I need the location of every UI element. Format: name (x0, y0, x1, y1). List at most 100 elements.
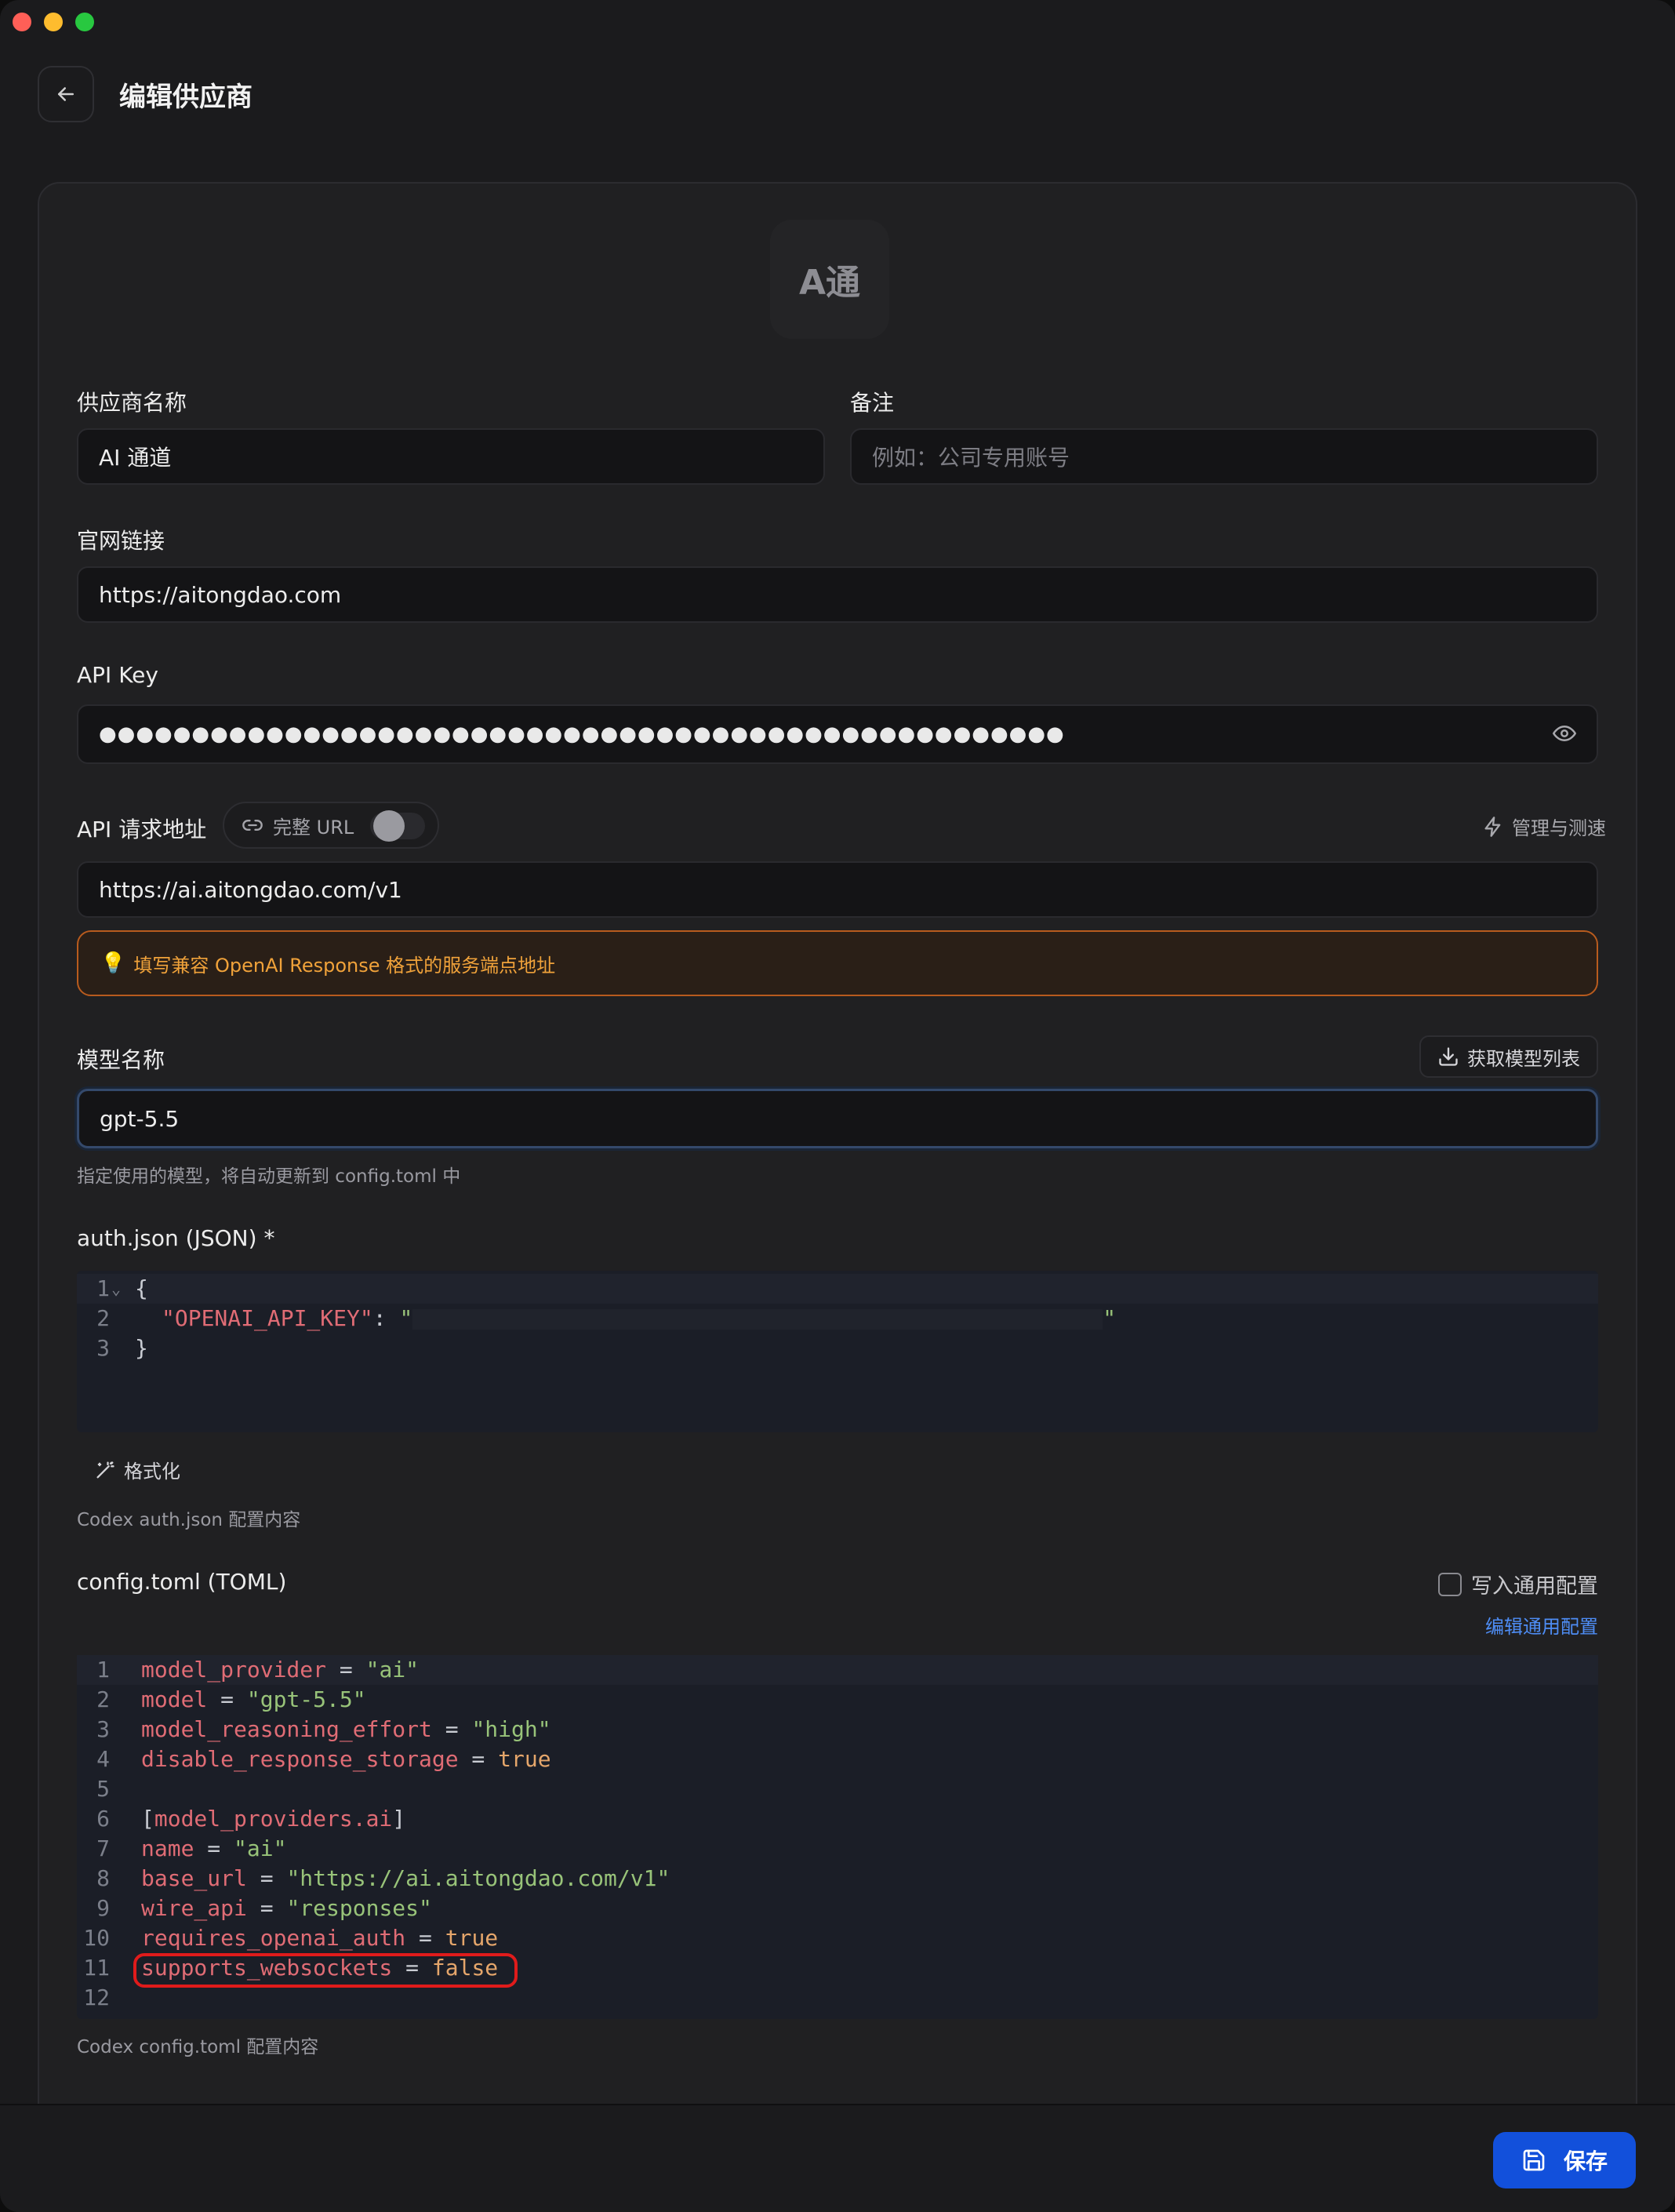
minimize-window-button[interactable] (44, 13, 63, 31)
format-label: 格式化 (124, 1461, 180, 1483)
highlight-annotation (133, 1953, 518, 1988)
arrow-left-icon (58, 87, 74, 101)
toml-value: "high" (471, 1716, 551, 1742)
line-number: 6 (96, 1806, 110, 1832)
code-text: requires_openai_auth = true (141, 1923, 498, 1953)
toml-operator: = (194, 1835, 234, 1861)
code-text: disable_response_storage = true (141, 1744, 551, 1774)
api-key-label: API Key (77, 662, 158, 688)
website-value: https://aitongdao.com (99, 581, 342, 608)
website-input[interactable]: https://aitongdao.com (77, 566, 1598, 623)
toml-key: model (141, 1686, 208, 1712)
footer-bar: 保存 (0, 2104, 1675, 2212)
json-separator: : (372, 1305, 400, 1331)
api-url-value: https://ai.aitongdao.com/v1 (99, 876, 402, 903)
write-common-checkbox[interactable] (1438, 1572, 1462, 1596)
note-input[interactable]: 例如：公司专用账号 (850, 428, 1598, 485)
line-number: 7 (96, 1835, 110, 1861)
config-toml-help: Codex config.toml 配置内容 (77, 2037, 319, 2057)
download-icon (1439, 1047, 1458, 1066)
auth-json-help: Codex auth.json 配置内容 (77, 1510, 301, 1530)
edit-common-config-link[interactable]: 编辑通用配置 (1485, 1611, 1598, 1639)
close-window-button[interactable] (13, 13, 31, 31)
code-text: model = "gpt-5.5" (141, 1685, 366, 1715)
api-key-value: ●●●●●●●●●●●●●●●●●●●●●●●●●●●●●●●●●●●●●●●●… (99, 722, 1065, 746)
toml-key: wire_api (141, 1895, 247, 1921)
toml-section: model_providers.ai (154, 1806, 393, 1832)
code-line: 10 requires_openai_auth = true (77, 1923, 1598, 1953)
api-key-input[interactable]: ●●●●●●●●●●●●●●●●●●●●●●●●●●●●●●●●●●●●●●●●… (77, 704, 1598, 764)
provider-name-value: AI 通道 (99, 445, 172, 471)
api-url-input[interactable]: https://ai.aitongdao.com/v1 (77, 861, 1598, 918)
code-text: wire_api = "responses" (141, 1894, 432, 1923)
code-line: 8 base_url = "https://ai.aitongdao.com/v1… (77, 1864, 1598, 1894)
toml-key: base_url (141, 1865, 247, 1891)
save-label: 保存 (1563, 2148, 1608, 2174)
toml-key: model_reasoning_effort (141, 1716, 432, 1742)
manage-speedtest-button[interactable]: 管理与测速 (1482, 813, 1606, 840)
line-number: 1 (96, 1657, 110, 1683)
link-icon (242, 820, 263, 831)
toml-key: disable_response_storage (141, 1746, 459, 1772)
line-number: 3 (96, 1335, 110, 1361)
line-number: 2 (96, 1686, 110, 1712)
code-line: 6 [model_providers.ai] (77, 1804, 1598, 1834)
lightning-icon (1484, 816, 1501, 837)
line-number: 1 (96, 1275, 110, 1301)
redacted-api-key (412, 1309, 1103, 1330)
page-title: 编辑供应商 (119, 82, 253, 113)
toml-key: requires_openai_auth (141, 1925, 406, 1951)
magic-wand-icon (96, 1461, 114, 1478)
code-text: } (135, 1335, 148, 1361)
fold-chevron-icon[interactable]: ⌄ (111, 1274, 121, 1304)
model-input[interactable]: gpt-5.5 (77, 1089, 1598, 1148)
toml-value: true (445, 1925, 499, 1951)
provider-name-input[interactable]: AI 通道 (77, 428, 825, 485)
model-value: gpt-5.5 (100, 1105, 180, 1132)
api-url-hint: 💡 填写兼容 OpenAI Response 格式的服务端点地址 (77, 930, 1598, 996)
code-text: model_provider = "ai" (141, 1655, 419, 1685)
full-url-toggle-group[interactable]: 完整 URL (223, 802, 439, 849)
line-number: 8 (96, 1865, 110, 1891)
eye-icon[interactable] (1551, 722, 1578, 745)
code-line: 5 (77, 1774, 1598, 1804)
toml-value: "gpt-5.5" (246, 1686, 366, 1712)
provider-name-label: 供应商名称 (77, 390, 187, 416)
back-button[interactable] (38, 66, 94, 122)
toml-key: model_provider (141, 1657, 327, 1683)
code-line: 9 wire_api = "responses" (77, 1894, 1598, 1923)
code-text: base_url = "https://ai.aitongdao.com/v1" (141, 1864, 670, 1894)
provider-logo[interactable]: A通 (770, 220, 889, 339)
code-text: model_reasoning_effort = "high" (141, 1715, 551, 1744)
full-url-switch[interactable] (370, 810, 425, 842)
toml-bracket: [ (141, 1806, 154, 1832)
json-quote: " (1103, 1305, 1117, 1331)
auth-json-editor[interactable]: 1 ⌄ { 2 "OPENAI_API_KEY": " " 3 } (77, 1271, 1598, 1432)
toml-operator: = (326, 1657, 366, 1683)
code-text: { (135, 1275, 148, 1301)
api-url-label: API 请求地址 (77, 817, 207, 842)
note-label: 备注 (850, 390, 895, 416)
api-url-hint-text: 填写兼容 OpenAI Response 格式的服务端点地址 (133, 954, 556, 977)
model-help: 指定使用的模型，将自动更新到 config.toml 中 (77, 1166, 461, 1187)
line-number: 4 (96, 1746, 110, 1772)
save-button[interactable]: 保存 (1493, 2132, 1636, 2188)
line-number: 9 (96, 1895, 110, 1921)
line-number: 3 (96, 1716, 110, 1742)
code-text: name = "ai" (141, 1834, 286, 1864)
maximize-window-button[interactable] (75, 13, 94, 31)
write-common-config-toggle[interactable]: 写入通用配置 (1438, 1569, 1598, 1599)
line-number: 12 (83, 1985, 110, 2010)
toml-value: true (498, 1746, 551, 1772)
app-window: 编辑供应商 A通 供应商名称 AI 通道 备注 例如：公司专用账号 官网链接 h… (0, 0, 1675, 2212)
model-label: 模型名称 (77, 1047, 165, 1073)
config-toml-label: config.toml (TOML) (77, 1569, 287, 1595)
fetch-models-button[interactable]: 获取模型列表 (1419, 1035, 1598, 1078)
toml-operator: = (207, 1686, 247, 1712)
format-button[interactable]: 格式化 (94, 1456, 180, 1483)
save-icon (1523, 2149, 1545, 2171)
code-line: 3 model_reasoning_effort = "high" (77, 1715, 1598, 1744)
auth-json-label: auth.json (JSON) * (77, 1225, 275, 1251)
fetch-models-label: 获取模型列表 (1467, 1047, 1580, 1070)
code-line: 2 "OPENAI_API_KEY": " " (77, 1304, 1598, 1333)
